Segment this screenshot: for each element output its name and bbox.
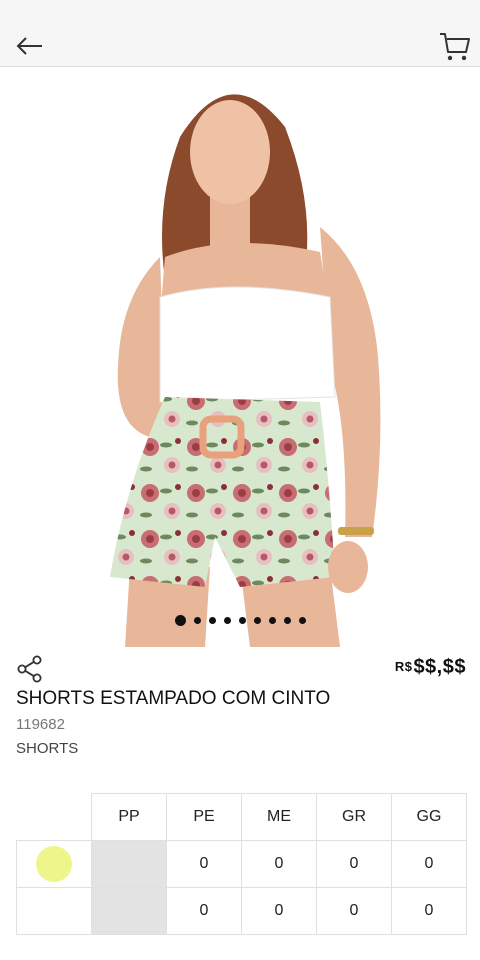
quantity-cell[interactable]: 0: [241, 840, 317, 888]
size-color-grid: PP PE ME GR GG 0 0 0 0 0 0 0 0: [16, 793, 467, 935]
product-price: R$$$,$$: [395, 656, 466, 679]
arrow-left-icon: [16, 37, 42, 55]
quantity-cell[interactable]: 0: [316, 887, 392, 935]
pagination-dot[interactable]: [208, 616, 216, 624]
quantity-cell[interactable]: 0: [316, 840, 392, 888]
size-header: GG: [391, 793, 467, 841]
quantity-cell[interactable]: 0: [241, 887, 317, 935]
color-cell: [16, 887, 92, 935]
product-code: 119682: [16, 716, 65, 733]
size-header: ME: [241, 793, 317, 841]
pagination-dot[interactable]: [174, 614, 186, 626]
share-icon: [17, 655, 42, 683]
product-image[interactable]: [0, 67, 480, 647]
product-category: SHORTS: [16, 740, 79, 757]
back-button[interactable]: [14, 30, 46, 62]
color-swatch: [36, 846, 72, 882]
price-currency: R$: [394, 659, 413, 674]
pagination-dot[interactable]: [253, 616, 261, 624]
share-button[interactable]: [16, 655, 44, 683]
top-bar: [0, 0, 480, 67]
quantity-cell[interactable]: 0: [166, 887, 242, 935]
product-photo: [110, 94, 381, 647]
quantity-cell[interactable]: 0: [166, 840, 242, 888]
gallery-pagination[interactable]: [0, 612, 480, 628]
grid-corner: [16, 793, 92, 841]
price-value: $$,$$: [413, 656, 466, 678]
pagination-dot[interactable]: [238, 616, 246, 624]
pagination-dot[interactable]: [193, 616, 201, 624]
size-header-row: PP PE ME GR GG: [16, 793, 467, 841]
quantity-cell-disabled: [91, 840, 167, 888]
cart-button[interactable]: [438, 30, 472, 64]
product-title: SHORTS ESTAMPADO COM CINTO: [16, 688, 331, 709]
size-header: GR: [316, 793, 392, 841]
pagination-dot[interactable]: [223, 616, 231, 624]
cart-icon: [440, 33, 470, 61]
pagination-dot[interactable]: [268, 616, 276, 624]
pagination-dot[interactable]: [283, 616, 291, 624]
color-swatch: [36, 893, 72, 929]
size-header: PP: [91, 793, 167, 841]
pagination-dot[interactable]: [298, 616, 306, 624]
color-row: 0 0 0 0: [16, 840, 467, 888]
quantity-cell-disabled: [91, 887, 167, 935]
quantity-cell[interactable]: 0: [391, 887, 467, 935]
size-header: PE: [166, 793, 242, 841]
color-row: 0 0 0 0: [16, 887, 467, 935]
color-cell: [16, 840, 92, 888]
quantity-cell[interactable]: 0: [391, 840, 467, 888]
